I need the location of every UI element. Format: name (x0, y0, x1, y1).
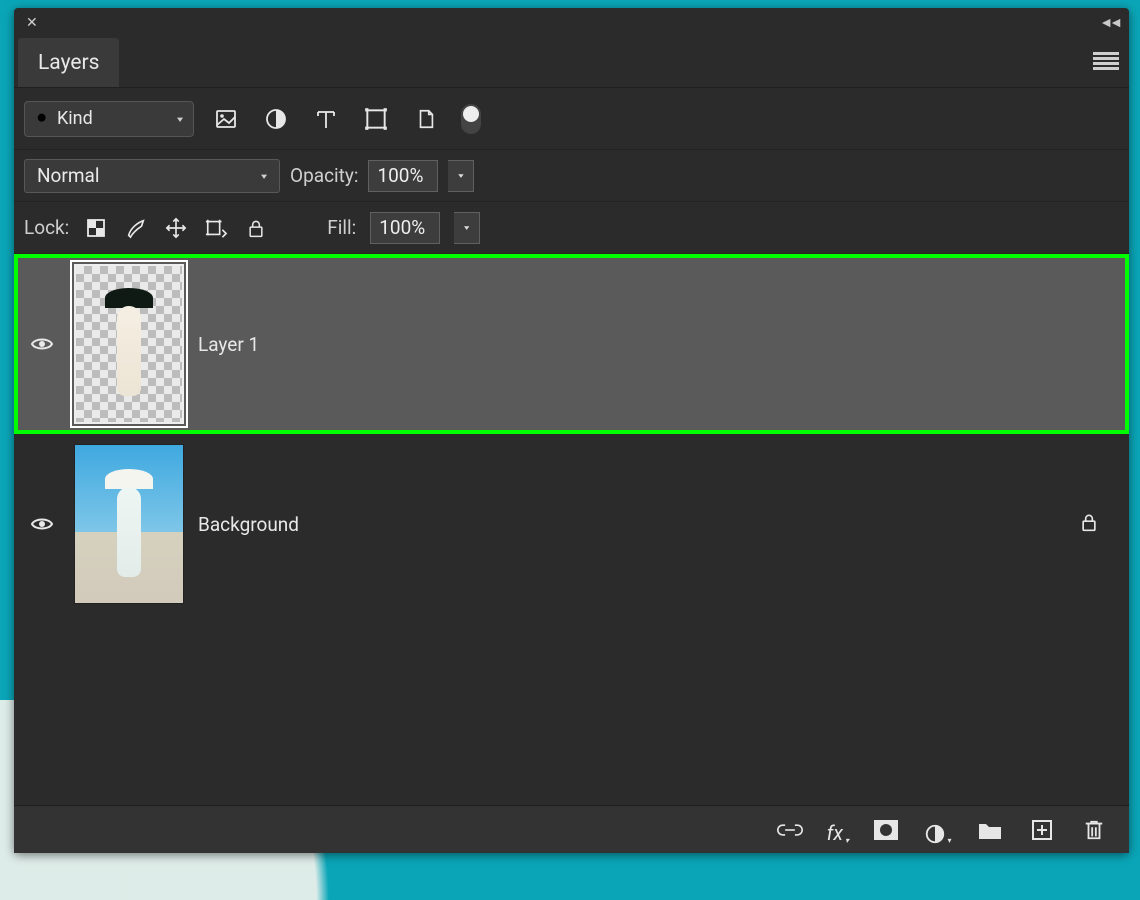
close-icon[interactable]: ✕ (22, 13, 42, 33)
filter-toggle[interactable] (458, 101, 484, 137)
layer-filter-row: Kind ▾ (14, 88, 1129, 150)
lock-artboard-icon[interactable] (203, 215, 229, 241)
fill-value: 100% (379, 216, 425, 239)
layers-bottom-toolbar: fx▾ ▾ (14, 805, 1129, 853)
eye-icon (30, 512, 54, 536)
opacity-input[interactable]: 100% (368, 160, 438, 192)
new-layer-icon[interactable] (1027, 815, 1057, 845)
filter-type-select[interactable]: Kind ▾ (24, 101, 194, 137)
layer-name[interactable]: Background (198, 513, 299, 536)
lock-icon[interactable] (1079, 511, 1099, 537)
layer-row[interactable]: Background (14, 434, 1129, 614)
filter-smartobject-icon[interactable] (408, 101, 444, 137)
visibility-toggle[interactable] (24, 512, 60, 536)
visibility-toggle[interactable] (24, 332, 60, 356)
layers-panel: ✕ ◄◄ Layers Kind ▾ (14, 8, 1129, 853)
filter-shape-icon[interactable] (358, 101, 394, 137)
fill-label: Fill: (327, 216, 356, 239)
blend-mode-select[interactable]: Normal ▾ (24, 159, 280, 193)
blend-mode-row: Normal ▾ Opacity: 100% ▾ (14, 150, 1129, 202)
chevron-down-icon: ▾ (845, 836, 849, 845)
new-adjustment-layer-icon[interactable]: ▾ (923, 815, 953, 845)
lock-position-icon[interactable] (163, 215, 189, 241)
filter-adjustment-icon[interactable] (258, 101, 294, 137)
filter-type-icon[interactable] (308, 101, 344, 137)
eye-icon (30, 332, 54, 356)
lock-all-icon[interactable] (243, 215, 269, 241)
chevron-down-icon: ▾ (177, 114, 183, 124)
fx-icon[interactable]: fx▾ (827, 815, 849, 845)
link-layers-icon[interactable] (775, 815, 805, 845)
filter-type-label: Kind (57, 108, 93, 129)
chevron-down-icon: ▾ (947, 836, 951, 845)
layer-name[interactable]: Layer 1 (198, 333, 259, 356)
opacity-label: Opacity: (290, 164, 358, 187)
layers-tab[interactable]: Layers (18, 38, 119, 87)
layers-tab-label: Layers (38, 51, 99, 75)
layer-row-selected[interactable]: Layer 1 (14, 254, 1129, 434)
add-mask-icon[interactable] (871, 815, 901, 845)
chevron-down-icon: ▾ (458, 171, 464, 180)
search-icon (35, 111, 51, 127)
opacity-value: 100% (377, 164, 423, 187)
opacity-dropdown-button[interactable]: ▾ (448, 160, 474, 192)
fill-input[interactable]: 100% (370, 212, 440, 244)
filter-pixel-icon[interactable] (208, 101, 244, 137)
lock-transparent-icon[interactable] (83, 215, 109, 241)
layer-list: Layer 1 Background (14, 254, 1129, 805)
panel-menu-icon[interactable] (1093, 52, 1119, 70)
blend-mode-label: Normal (37, 164, 99, 187)
lock-paint-icon[interactable] (123, 215, 149, 241)
fill-dropdown-button[interactable]: ▾ (454, 212, 480, 244)
fx-label: fx (827, 821, 843, 845)
panel-tab-row: Layers (14, 38, 1129, 88)
chevron-down-icon: ▾ (261, 171, 267, 181)
layer-thumbnail[interactable] (74, 444, 184, 604)
collapse-icon[interactable]: ◄◄ (1099, 14, 1119, 31)
chevron-down-icon: ▾ (464, 223, 470, 232)
lock-label: Lock: (24, 216, 69, 239)
panel-titlebar: ✕ ◄◄ (14, 8, 1129, 38)
new-group-icon[interactable] (975, 815, 1005, 845)
lock-row: Lock: Fill: 100% ▾ (14, 202, 1129, 254)
delete-layer-icon[interactable] (1079, 815, 1109, 845)
layer-thumbnail[interactable] (74, 264, 184, 424)
